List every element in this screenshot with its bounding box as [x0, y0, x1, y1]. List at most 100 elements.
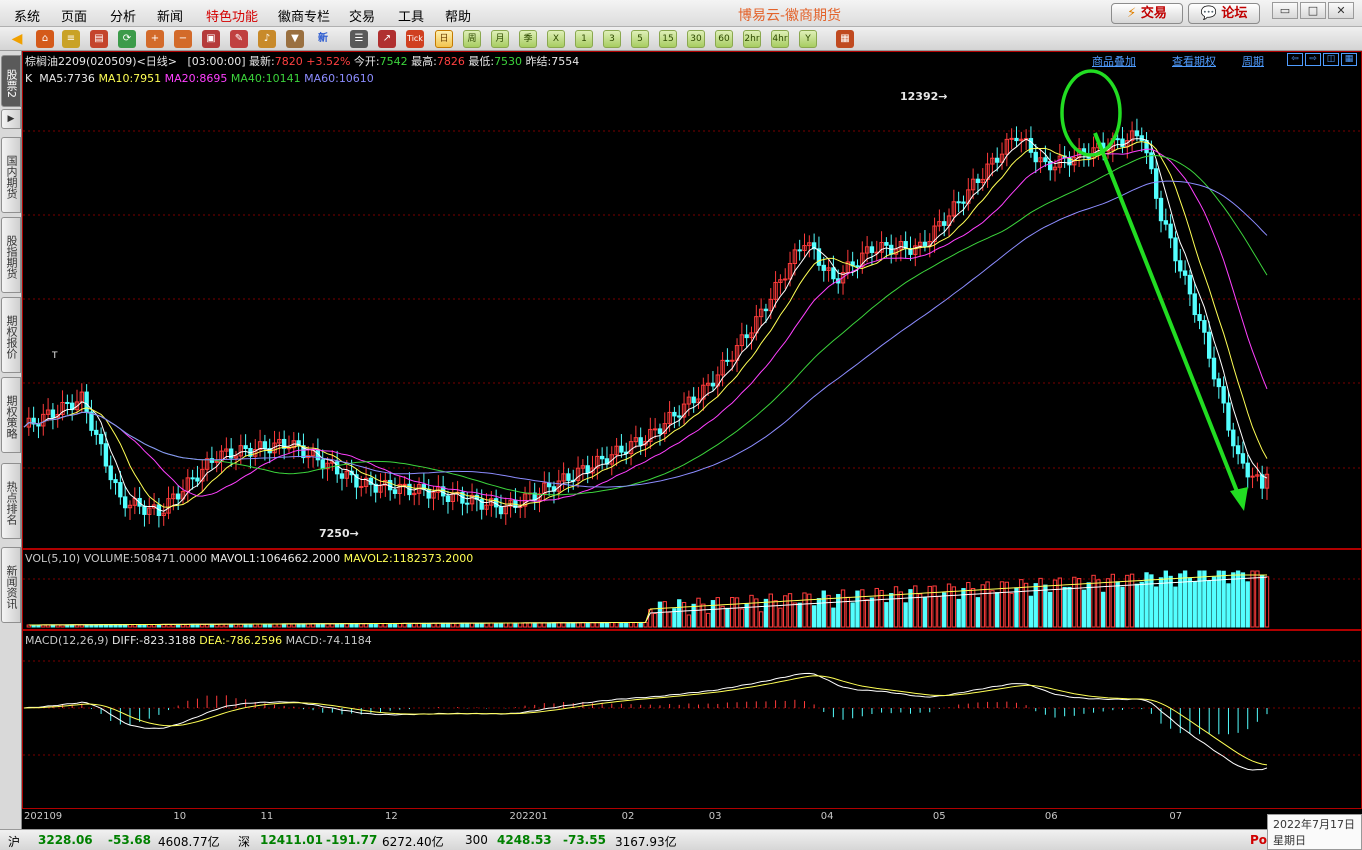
menu-special-features[interactable]: 特色功能 [206, 6, 258, 25]
volume-bar [667, 611, 672, 628]
volume-bar [1019, 579, 1024, 628]
volume-bar [1173, 586, 1178, 628]
open-price: 7542 [379, 55, 408, 68]
arrow-right-icon[interactable]: ⇨ [1305, 53, 1321, 66]
sh-label: 沪 [8, 835, 21, 849]
tab-hot-ranking[interactable]: 热点排名 [1, 463, 21, 539]
menu-news[interactable]: 新闻 [157, 6, 183, 25]
refresh-icon[interactable]: ⟳ [118, 30, 136, 48]
menu-tools[interactable]: 工具 [398, 6, 424, 25]
period-day[interactable]: 日 [435, 30, 453, 48]
ticker-board-icon[interactable]: ▤ [90, 30, 108, 48]
period-custom[interactable]: X [547, 30, 565, 48]
home-icon[interactable]: ⌂ [36, 30, 54, 48]
filter-icon[interactable]: ▼ [286, 30, 304, 48]
view-options-link[interactable]: 查看期权 [1172, 53, 1216, 69]
instrument-code: (020509) [86, 55, 137, 68]
period-year[interactable]: Y [799, 30, 817, 48]
volume-bar [561, 622, 566, 628]
period-2hr[interactable]: 2hr [743, 30, 761, 48]
close-icon[interactable]: ✕ [1328, 2, 1354, 19]
news-icon[interactable]: 新 [314, 30, 332, 48]
candle-body [1139, 135, 1144, 142]
period-5min[interactable]: 5 [631, 30, 649, 48]
chart-area[interactable]: 棕榈油2209(020509)<日线> [03:00:00] 最新:7820 +… [22, 51, 1362, 829]
candle-body [1192, 293, 1197, 316]
trade-button[interactable]: ⚡ 交易 [1111, 3, 1183, 24]
tick-button[interactable]: Tick [406, 30, 424, 48]
grid-view-icon[interactable]: ▦ [1341, 53, 1357, 66]
tab-index-futures[interactable]: 股指期货 [1, 217, 21, 293]
tab-options-quote[interactable]: 期权报价 [1, 297, 21, 373]
volume-bar [807, 593, 812, 628]
volume-bar [431, 622, 436, 628]
zoom-in-icon[interactable]: + [146, 30, 164, 48]
period-4hr[interactable]: 4hr [771, 30, 789, 48]
menu-help[interactable]: 帮助 [445, 6, 471, 25]
candle-body [1202, 320, 1207, 333]
tab-options-strategy[interactable]: 期权策略 [1, 377, 21, 453]
menu-page[interactable]: 页面 [61, 6, 87, 25]
draw-pen-icon[interactable]: ✎ [230, 30, 248, 48]
volume-bar [416, 622, 422, 628]
period-30min[interactable]: 30 [687, 30, 705, 48]
volume-bar [392, 622, 398, 628]
candle-body [821, 264, 826, 271]
period-tag: <日线> [136, 55, 178, 68]
menu-broker-column[interactable]: 徽商专栏 [278, 6, 330, 25]
date-text: 2022年7月17日 [1273, 818, 1355, 831]
volume-bar [1067, 586, 1072, 628]
period-1min[interactable]: 1 [575, 30, 593, 48]
bell-icon[interactable]: ♪ [258, 30, 276, 48]
maximize-icon[interactable]: □ [1300, 2, 1326, 19]
candle-body [1197, 314, 1202, 322]
volume-bar [575, 622, 581, 628]
period-60min[interactable]: 60 [715, 30, 733, 48]
forum-button[interactable]: 💬 论坛 [1188, 3, 1260, 24]
ma60-value: MA60:10610 [304, 72, 374, 85]
zoom-out-icon[interactable]: − [174, 30, 192, 48]
x-axis-label: 05 [932, 811, 946, 822]
layers-icon[interactable]: ≡ [62, 30, 80, 48]
tab-stocks2[interactable]: 股票2 [1, 55, 21, 107]
kline-chart[interactable] [22, 51, 1362, 829]
volume-bar [730, 597, 735, 628]
menu-trade[interactable]: 交易 [349, 6, 375, 25]
arrow-left-icon[interactable]: ⇦ [1287, 53, 1303, 66]
volume-bar [1144, 572, 1149, 628]
volume-bar [864, 599, 870, 628]
menu-analysis[interactable]: 分析 [110, 6, 136, 25]
calendar-icon[interactable]: ▦ [836, 30, 854, 48]
overlay-commodity-link[interactable]: 商品叠加 [1092, 53, 1136, 69]
period-15min[interactable]: 15 [659, 30, 677, 48]
menu-system[interactable]: 系统 [14, 6, 40, 25]
candle-body [869, 246, 875, 253]
volume-bar [1197, 570, 1202, 628]
tab-scroll-arrow-icon[interactable]: ▶ [1, 109, 21, 129]
restore-small-icon[interactable]: ▭ [1272, 2, 1298, 19]
period-3min[interactable]: 3 [603, 30, 621, 48]
split-view-icon[interactable]: ◫ [1323, 53, 1339, 66]
table-icon[interactable]: ☰ [350, 30, 368, 48]
tab-domestic-futures[interactable]: 国内期货 [1, 137, 21, 213]
prev-settle-label: 昨结: [525, 55, 552, 68]
x-axis-label: 07 [1169, 811, 1183, 822]
volume-bar [609, 622, 614, 628]
candle-body [1033, 151, 1038, 163]
volume-value: VOLUME:508471.0000 [83, 552, 207, 565]
candle-body [209, 458, 215, 463]
volume-bar [1081, 589, 1087, 628]
volume-bar [1120, 586, 1125, 628]
tab-news-info[interactable]: 新闻资讯 [1, 547, 21, 623]
volume-bar [604, 622, 610, 628]
volume-bar [1048, 591, 1053, 628]
period-quarter[interactable]: 季 [519, 30, 537, 48]
period-week[interactable]: 周 [463, 30, 481, 48]
line-chart-icon[interactable]: ↗ [378, 30, 396, 48]
window-icon[interactable]: ▣ [202, 30, 220, 48]
volume-bar [595, 622, 600, 628]
period-link[interactable]: 周期 [1242, 53, 1264, 69]
back-arrow-icon[interactable]: ◀ [8, 30, 26, 48]
candle-body [1134, 130, 1140, 137]
period-month[interactable]: 月 [491, 30, 509, 48]
